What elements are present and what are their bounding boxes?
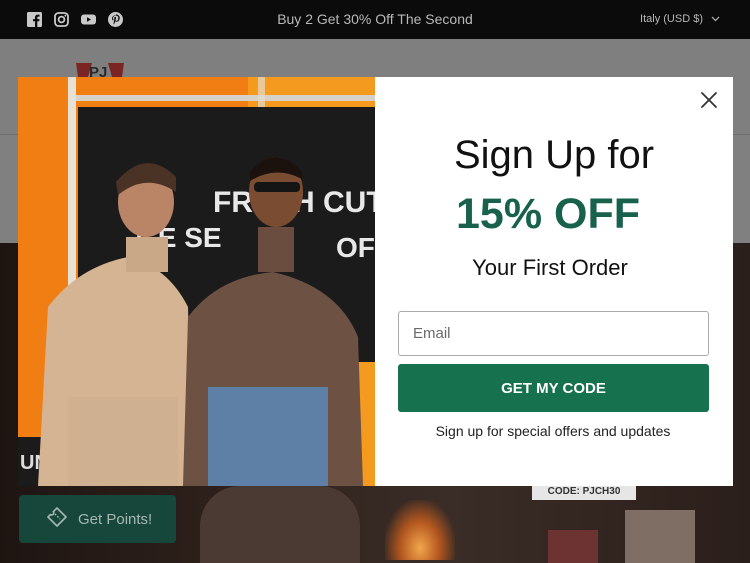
fireplace-image [385, 500, 455, 560]
signup-modal: FRESH CUT FR GE SE OF UN Sign Up for 15% [18, 77, 733, 486]
currency-label: Italy (USD $) [640, 13, 703, 25]
hero-code-label: CODE: PJCH30 [532, 484, 636, 500]
signup-form-panel: Sign Up for 15% OFF Your First Order GET… [375, 77, 733, 486]
hero-figure [200, 486, 360, 563]
heading-discount: 15% OFF [456, 190, 640, 238]
gift-box-image [548, 530, 598, 563]
gift-box-image [625, 510, 695, 563]
announcement-bar: Buy 2 Get 30% Off The Second Italy (USD … [0, 0, 750, 39]
promo-text[interactable]: Buy 2 Get 30% Off The Second [0, 11, 750, 27]
email-field[interactable] [398, 311, 709, 356]
get-points-button[interactable]: Get Points! [19, 495, 176, 543]
heading-sign-up: Sign Up for [453, 133, 655, 177]
get-my-code-button[interactable]: GET MY CODE [398, 364, 709, 412]
heading-first-order: Your First Order [472, 255, 628, 280]
chevron-down-icon [711, 13, 720, 25]
svg-text:OF: OF [336, 232, 375, 263]
currency-selector[interactable]: Italy (USD $) [640, 13, 720, 25]
get-points-label: Get Points! [78, 510, 153, 528]
promo-photo: FRESH CUT FR GE SE OF UN [18, 77, 375, 486]
ticket-icon [46, 506, 68, 532]
signup-subtext: Sign up for special offers and updates [435, 423, 671, 439]
close-icon[interactable] [699, 90, 719, 110]
